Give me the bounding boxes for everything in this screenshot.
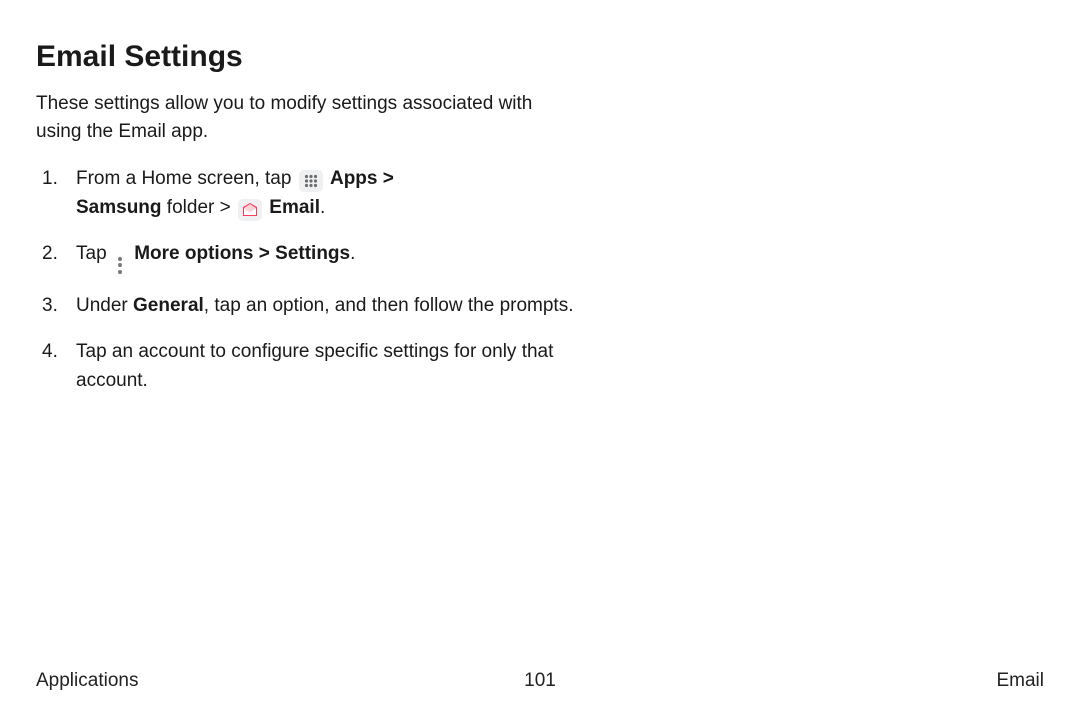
samsung-label: Samsung bbox=[76, 197, 162, 218]
more-options-icon bbox=[113, 257, 127, 274]
step-3: Under General, tap an option, and then f… bbox=[36, 292, 596, 321]
footer-left: Applications bbox=[36, 670, 138, 692]
page-heading: Email Settings bbox=[36, 40, 1044, 74]
step-1-text-a: From a Home screen, tap bbox=[76, 168, 297, 189]
chevron-icon: > bbox=[253, 243, 275, 264]
settings-label: Settings bbox=[275, 243, 350, 264]
step-2-end: . bbox=[350, 243, 355, 264]
chevron-icon: > bbox=[377, 168, 393, 189]
email-label: Email bbox=[269, 197, 320, 218]
footer-page-number: 101 bbox=[524, 670, 556, 692]
step-2-text-a: Tap bbox=[76, 243, 112, 264]
general-label: General bbox=[133, 295, 204, 316]
steps-list: From a Home screen, tap Apps > Samsung f… bbox=[36, 165, 596, 395]
step-1-end: . bbox=[320, 197, 325, 218]
step-2: Tap More options > Settings. bbox=[36, 240, 596, 274]
intro-paragraph: These settings allow you to modify setti… bbox=[36, 90, 576, 145]
step-4: Tap an account to configure specific set… bbox=[36, 338, 596, 395]
step-3-text-a: Under bbox=[76, 295, 133, 316]
page-footer: Applications 101 Email bbox=[36, 670, 1044, 692]
apps-label: Apps bbox=[330, 168, 378, 189]
more-options-label: More options bbox=[134, 243, 253, 264]
step-3-text-b: , tap an option, and then follow the pro… bbox=[204, 295, 574, 316]
step-1: From a Home screen, tap Apps > Samsung f… bbox=[36, 165, 596, 222]
apps-icon bbox=[299, 170, 323, 192]
folder-text: folder > bbox=[162, 197, 236, 218]
email-icon bbox=[238, 199, 262, 221]
footer-right: Email bbox=[996, 670, 1044, 692]
